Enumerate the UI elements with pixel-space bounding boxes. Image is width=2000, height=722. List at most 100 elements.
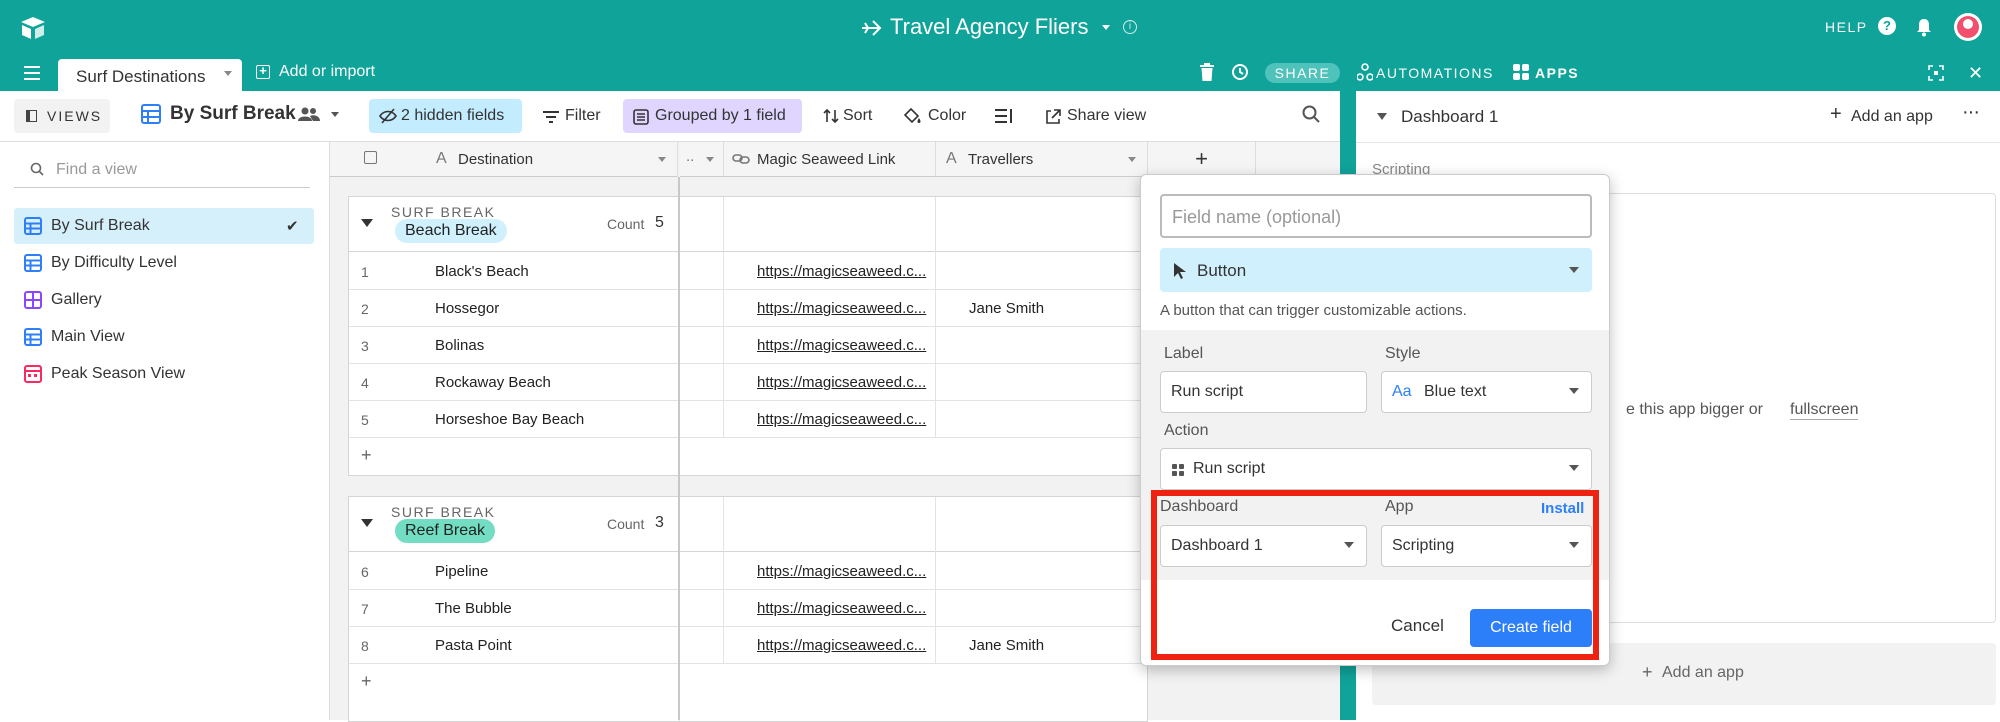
chevron-down-icon[interactable] (706, 157, 714, 162)
table-row[interactable]: 1 Black's Beach https://magicseaweed.c... (349, 253, 1147, 290)
button-label-input[interactable]: Run script (1160, 371, 1367, 413)
link-cell[interactable]: https://magicseaweed.c... (757, 337, 926, 354)
hidden-fields-button[interactable]: 2 hidden fields (369, 99, 522, 133)
airtable-logo-icon[interactable] (20, 16, 46, 40)
history-icon[interactable] (1231, 63, 1249, 81)
apps-icon[interactable] (1513, 64, 1529, 80)
table-row[interactable]: 3 Bolinas https://magicseaweed.c... (349, 327, 1147, 364)
chevron-down-icon[interactable] (1102, 25, 1110, 30)
travellers-cell[interactable]: Jane Smith (969, 637, 1044, 654)
sidebar-item-gallery[interactable]: Gallery (14, 282, 314, 318)
style-field-label: Style (1385, 345, 1421, 362)
dashboard-select[interactable]: Dashboard 1 (1160, 525, 1367, 567)
link-cell[interactable]: https://magicseaweed.c... (757, 563, 926, 580)
views-toggle-button[interactable]: VIEWS (14, 99, 110, 133)
add-column-button[interactable]: + (1148, 142, 1256, 177)
create-field-button[interactable]: Create field (1470, 609, 1592, 647)
app-select[interactable]: Scripting (1381, 525, 1592, 567)
primary-column-header[interactable]: A Destination (330, 142, 678, 177)
chevron-down-icon[interactable] (1377, 113, 1387, 120)
plane-icon (860, 17, 882, 39)
share-button[interactable]: SHARE (1265, 63, 1340, 83)
sidebar-item-peak-season-view[interactable]: Peak Season View (14, 356, 314, 392)
sort-button[interactable]: Sort (815, 99, 883, 133)
destination-cell[interactable]: The Bubble (435, 600, 512, 617)
destination-cell[interactable]: Horseshoe Bay Beach (435, 411, 584, 428)
link-cell[interactable]: https://magicseaweed.c... (757, 374, 926, 391)
row-height-icon[interactable] (995, 108, 1013, 124)
travellers-column-header[interactable]: A Travellers (936, 142, 1148, 177)
trash-icon[interactable] (1200, 63, 1214, 81)
chevron-down-icon[interactable] (658, 157, 666, 162)
add-or-import-button[interactable]: Add or import (279, 63, 375, 81)
travellers-cell[interactable]: Jane Smith (969, 300, 1044, 317)
chevron-down-icon[interactable] (331, 112, 339, 117)
sidebar-item-by-surf-break[interactable]: By Surf Break ✔ (14, 208, 314, 244)
add-row-button[interactable]: + (349, 438, 679, 475)
table-row[interactable]: 4 Rockaway Beach https://magicseaweed.c... (349, 364, 1147, 401)
frozen-column-divider[interactable] (678, 177, 680, 720)
collapse-caret-icon[interactable] (361, 519, 373, 527)
tab-surf-destinations[interactable]: Surf Destinations (58, 59, 242, 92)
link-column-header[interactable]: Magic Seaweed Link (724, 142, 936, 177)
automations-icon[interactable] (1357, 63, 1373, 81)
share-view-button[interactable]: Share view (1035, 99, 1155, 133)
destination-cell[interactable]: Pipeline (435, 563, 488, 580)
help-icon[interactable]: ? (1878, 17, 1896, 35)
link-cell[interactable]: https://magicseaweed.c... (757, 411, 926, 428)
hidden-column-header[interactable]: .. (680, 142, 724, 177)
plus-box-icon[interactable]: + (256, 64, 270, 79)
destination-cell[interactable]: Bolinas (435, 337, 484, 354)
link-cell[interactable]: https://magicseaweed.c... (757, 263, 926, 280)
filter-button[interactable]: Filter (533, 99, 611, 133)
sidebar-item-by-difficulty-level[interactable]: By Difficulty Level (14, 245, 314, 281)
add-app-button[interactable]: Add an app (1851, 108, 1933, 126)
add-row-button[interactable]: + (349, 664, 679, 701)
fullscreen-link[interactable]: fullscreen (1790, 401, 1859, 420)
apps-button[interactable]: APPS (1535, 65, 1579, 81)
field-type-select[interactable]: Button (1160, 248, 1592, 292)
link-cell[interactable]: https://magicseaweed.c... (757, 637, 926, 654)
install-link[interactable]: Install (1541, 500, 1584, 517)
more-options-icon[interactable]: ··· (1962, 101, 1980, 124)
destination-cell[interactable]: Black's Beach (435, 263, 529, 280)
dashboard-title[interactable]: Dashboard 1 (1401, 107, 1498, 127)
collapse-caret-icon[interactable] (361, 219, 373, 227)
link-cell[interactable]: https://magicseaweed.c... (757, 600, 926, 617)
bell-icon[interactable] (1915, 17, 1933, 37)
style-select[interactable]: Aa Blue text (1381, 371, 1592, 413)
field-name-input[interactable]: Field name (optional) (1160, 194, 1592, 238)
table-row[interactable]: 5 Horseshoe Bay Beach https://magicseaweed… (349, 401, 1147, 438)
destination-cell[interactable]: Pasta Point (435, 637, 512, 654)
table-row[interactable]: 8 Pasta Point https://magicseaweed.c... Jan… (349, 627, 1147, 664)
destination-cell[interactable]: Rockaway Beach (435, 374, 551, 391)
avatar[interactable] (1954, 13, 1982, 41)
base-title[interactable]: Travel Agency Fliers (890, 14, 1088, 40)
current-view-name[interactable]: By Surf Break (170, 103, 296, 125)
info-icon[interactable]: i (1123, 20, 1137, 34)
sidebar-item-main-view[interactable]: Main View (14, 319, 314, 355)
calendar-icon (24, 365, 42, 383)
action-select[interactable]: Run script (1160, 448, 1592, 490)
grouped-button[interactable]: Grouped by 1 field (623, 99, 802, 133)
destination-cell[interactable]: Hossegor (435, 300, 499, 317)
automations-button[interactable]: AUTOMATIONS (1376, 65, 1494, 81)
table-row[interactable]: 6 Pipeline https://magicseaweed.c... (349, 553, 1147, 590)
select-all-checkbox[interactable] (364, 151, 377, 164)
close-icon[interactable]: ✕ (1968, 63, 1983, 84)
chevron-down-icon[interactable] (224, 71, 232, 76)
chevron-down-icon[interactable] (1128, 157, 1136, 162)
table-row[interactable]: 2 Hossegor https://magicseaweed.c... Jane S… (349, 290, 1147, 327)
help-link[interactable]: HELP (1825, 19, 1868, 35)
expand-icon[interactable] (1928, 65, 1944, 81)
link-cell[interactable]: https://magicseaweed.c... (757, 300, 926, 317)
find-view-search[interactable]: Find a view (14, 152, 310, 188)
action-value: Run script (1193, 460, 1266, 477)
table-row[interactable]: 7 The Bubble https://magicseaweed.c... (349, 590, 1147, 627)
hamburger-menu-icon[interactable] (24, 66, 40, 80)
group-header[interactable]: SURF BREAK Reef Break Count 3 (349, 497, 1147, 552)
group-header[interactable]: SURF BREAK Beach Break Count 5 (349, 197, 1147, 252)
search-icon[interactable] (1302, 105, 1320, 123)
cancel-button[interactable]: Cancel (1391, 616, 1444, 636)
color-button[interactable]: Color (896, 99, 976, 133)
